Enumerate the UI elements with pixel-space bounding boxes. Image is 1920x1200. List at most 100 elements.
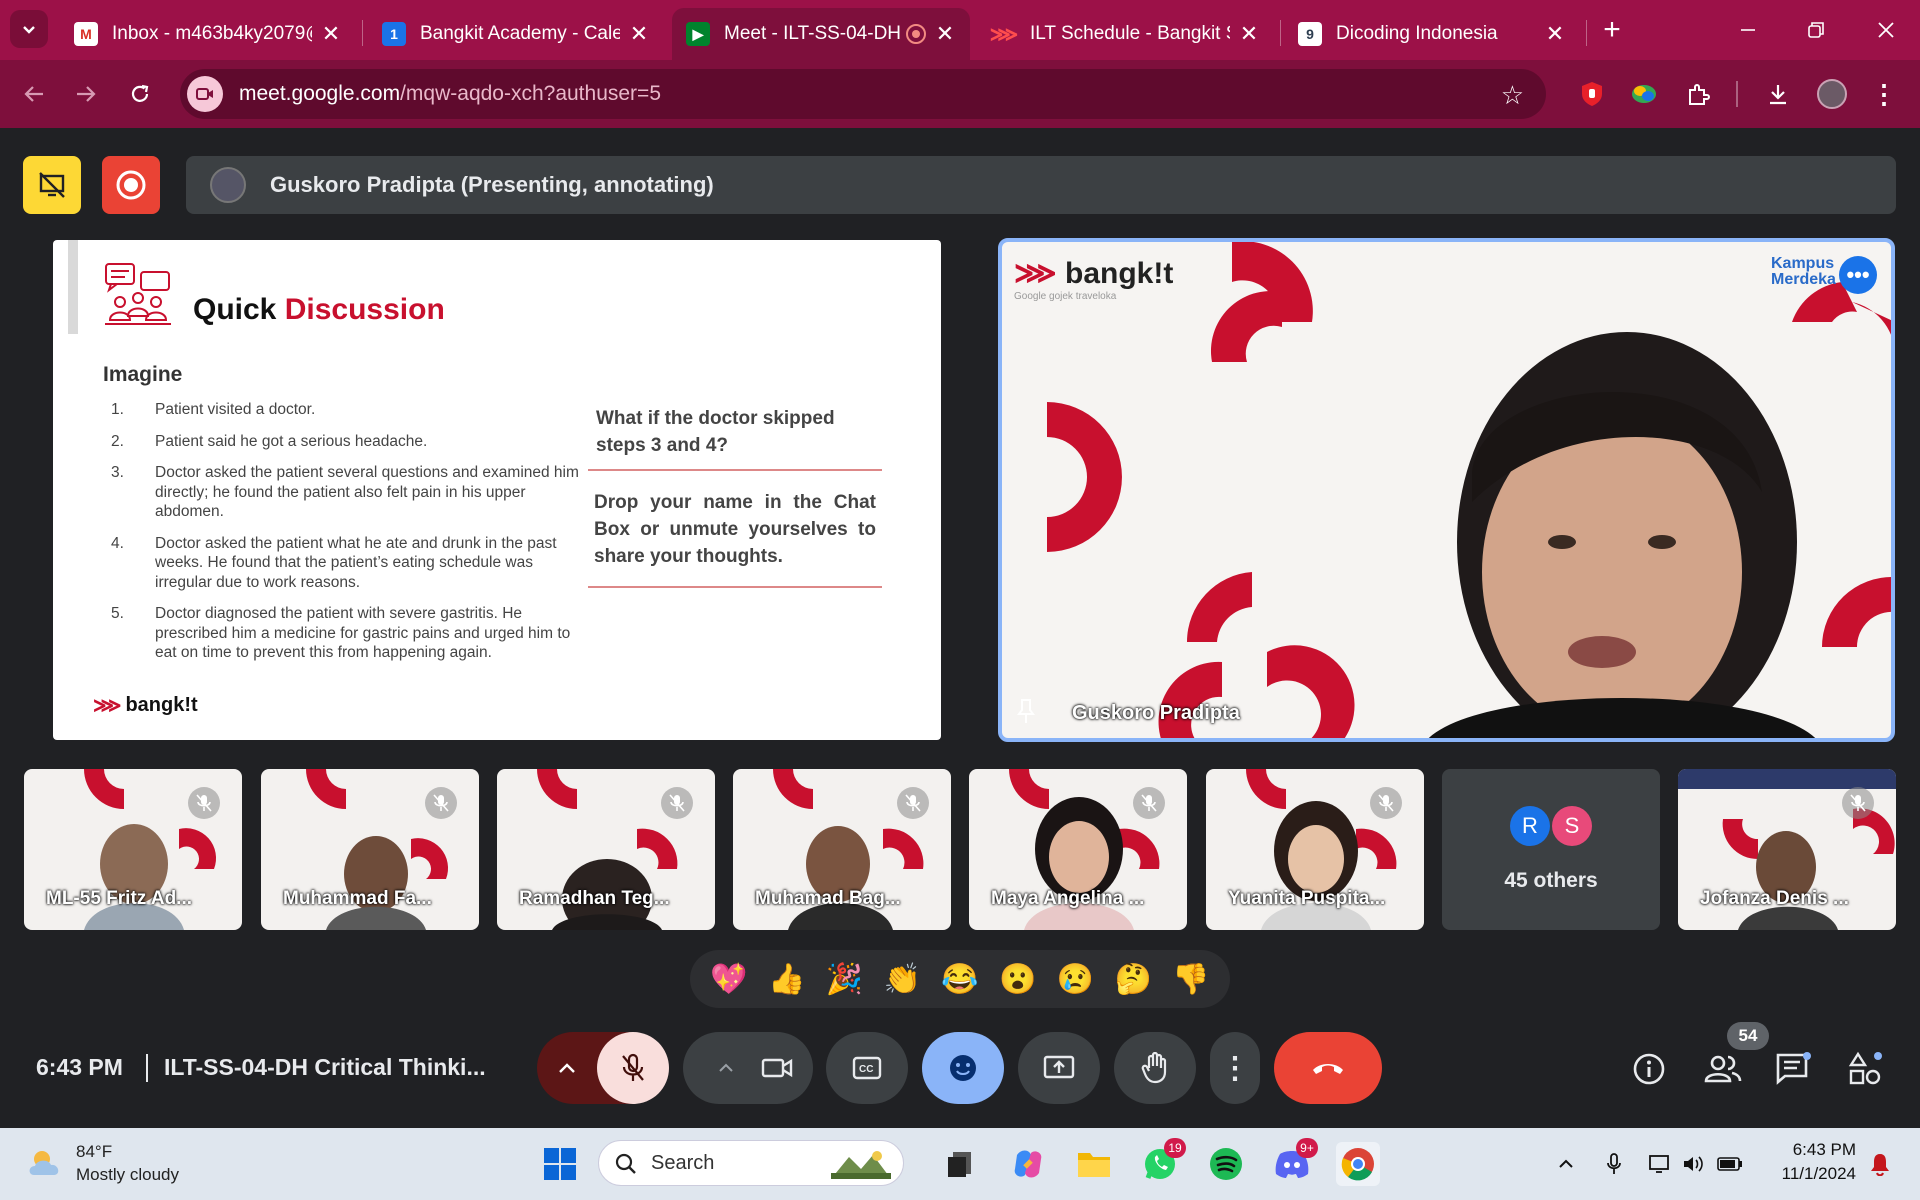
activities-button[interactable] [1842,1046,1888,1092]
reaction-sparkling-heart[interactable]: 💖 [707,957,751,1001]
ext-colorful-icon[interactable] [1626,76,1662,112]
hand-icon [1141,1052,1167,1084]
tab-ilt-schedule[interactable]: ⋙ ILT Schedule - Bangkit St ✕ [978,8,1274,60]
svg-text:CC: CC [859,1064,873,1075]
slide-list: 1. Patient visited a doctor. 2. Patient sa… [111,400,591,675]
spotify-app[interactable] [1204,1142,1248,1186]
minimize-button[interactable] [1728,10,1768,50]
tab-gmail[interactable]: M Inbox - m463b4ky2079@ ✕ [60,8,356,60]
microphone-button[interactable] [597,1032,669,1104]
tab-close-icon[interactable]: ✕ [934,21,956,47]
download-icon[interactable] [1760,76,1796,112]
discussion-icon [105,263,171,325]
battery-icon[interactable] [1716,1150,1744,1178]
tab-close-icon[interactable]: ✕ [1238,21,1260,47]
participant-tile[interactable]: Ramadhan Teg... [497,769,715,930]
camera-button[interactable] [741,1032,813,1104]
taskbar-search[interactable]: Search [598,1140,904,1186]
more-options-button[interactable]: ••• [1839,256,1877,294]
address-bar[interactable]: meet.google.com/mqw-aqdo-xch?authuser=5 … [180,69,1546,119]
tab-search-button[interactable] [10,10,48,48]
people-icon [1704,1055,1742,1083]
url-text: meet.google.com/mqw-aqdo-xch?authuser=5 [239,82,661,106]
list-number: 2. [111,432,124,450]
reaction-bar: 💖 👍 🎉 👏 😂 😮 😢 🤔 👎 [690,950,1230,1008]
show-hidden-icons[interactable] [1552,1150,1580,1178]
tab-close-icon[interactable]: ✕ [320,21,342,47]
tab-close-icon[interactable]: ✕ [628,21,650,47]
restore-button[interactable] [1796,10,1836,50]
presentation-slide: Quick Discussion Imagine 1. Patient visit… [53,240,941,740]
info-icon [1633,1053,1665,1085]
copilot-app[interactable] [1006,1142,1050,1186]
tab-meet[interactable]: ▶ Meet - ILT-SS-04-DH ✕ [672,8,970,60]
taskbar-clock[interactable]: 6:43 PM 11/1/2024 [1756,1138,1856,1186]
discussion-box: What if the doctor skipped steps 3 and 4… [588,405,882,606]
reaction-crying[interactable]: 😢 [1053,957,1097,1001]
reaction-thumbs-up[interactable]: 👍 [765,957,809,1001]
tab-dicoding[interactable]: 9 Dicoding Indonesia ✕ [1284,8,1580,60]
weather-widget[interactable]: 84°F Mostly cloudy [26,1140,179,1186]
participant-tile[interactable]: Maya Angelina ... [969,769,1187,930]
hide-presentation-button[interactable] [23,156,81,214]
bookmark-star-icon[interactable]: ☆ [1501,80,1524,111]
tab-close-icon[interactable]: ✕ [1544,21,1566,47]
pin-icon[interactable] [1016,698,1036,730]
reaction-party-popper[interactable]: 🎉 [822,957,866,1001]
raise-hand-button[interactable] [1114,1032,1196,1104]
file-explorer-app[interactable] [1072,1142,1116,1186]
reload-button[interactable] [120,74,160,114]
audio-options-button[interactable] [537,1032,597,1104]
speaker-video-tile[interactable]: ⋙ bangk!t Google gojek traveloka Kampus … [998,238,1895,742]
reaction-surprised[interactable]: 😮 [996,957,1040,1001]
list-text: Doctor asked the patient what he ate and… [155,534,557,591]
others-tile[interactable]: R S 45 others [1442,769,1660,930]
more-options-icon[interactable]: ⋮ [1210,1032,1260,1104]
microphone-tray-icon[interactable] [1600,1150,1628,1178]
sponsor-logos: Google gojek traveloka [1014,291,1117,302]
participant-tile[interactable]: ML-55 Fritz Ad... [24,769,242,930]
meeting-info-button[interactable] [1626,1046,1672,1092]
chevron-up-icon [719,1063,733,1072]
profile-avatar[interactable] [1814,76,1850,112]
present-screen-button[interactable] [1018,1032,1100,1104]
notification-bell-icon[interactable] [1866,1150,1894,1178]
reaction-thumbs-down[interactable]: 👎 [1169,957,1213,1001]
browser-tab-strip: M Inbox - m463b4ky2079@ ✕ 1 Bangkit Acad… [0,0,1920,60]
reaction-clapping[interactable]: 👏 [880,957,924,1001]
new-tab-button[interactable]: + [1592,10,1632,50]
bangkit-icon: ⋙ [989,23,1019,46]
people-button[interactable] [1700,1046,1746,1092]
captions-button[interactable]: CC [826,1032,908,1104]
extensions-puzzle-icon[interactable] [1680,76,1716,112]
forward-button[interactable] [66,74,106,114]
close-window-button[interactable] [1866,10,1906,50]
discord-app[interactable]: 9+ [1270,1138,1318,1186]
search-icon [615,1153,636,1174]
reaction-thinking[interactable]: 🤔 [1111,957,1155,1001]
participant-tile[interactable]: Jofanza Denis ... [1678,769,1896,930]
network-icon[interactable] [1646,1150,1674,1178]
volume-icon[interactable] [1680,1150,1708,1178]
reaction-laughing[interactable]: 😂 [938,957,982,1001]
participant-tile[interactable]: Yuanita Puspita... [1206,769,1424,930]
windows-logo-icon [544,1148,576,1180]
speaker-name: Guskoro Pradipta [1072,702,1240,724]
reactions-button[interactable] [922,1032,1004,1104]
site-info-icon[interactable] [187,76,223,112]
leave-call-button[interactable] [1274,1032,1382,1104]
chrome-app[interactable] [1336,1142,1380,1186]
tab-calendar[interactable]: 1 Bangkit Academy - Calen ✕ [368,8,664,60]
participant-tile[interactable]: Muhamad Bag... [733,769,951,930]
record-icon [116,170,146,200]
start-button[interactable] [538,1142,582,1186]
recording-button[interactable] [102,156,160,214]
restore-icon [1808,22,1824,38]
back-button[interactable] [14,74,54,114]
file-viewer-app[interactable] [938,1142,982,1186]
ext-adblock-icon[interactable] [1574,76,1610,112]
participant-tile[interactable]: Muhammad Fa... [261,769,479,930]
chat-button[interactable] [1770,1046,1816,1092]
browser-menu-icon[interactable]: ⋮ [1866,76,1902,112]
whatsapp-app[interactable]: 19 [1138,1138,1186,1186]
